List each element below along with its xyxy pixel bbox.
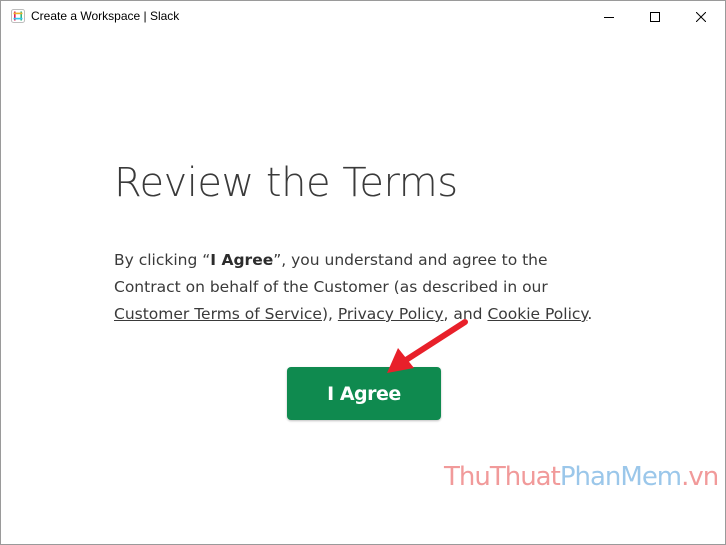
agree-button[interactable]: I Agree [287, 367, 441, 420]
title-bar[interactable]: Create a Workspace | Slack [1, 1, 725, 32]
app-window: Create a Workspace | Slack Review the Te… [0, 0, 726, 545]
terms-text-part: , and [443, 305, 488, 323]
terms-text-part: . [587, 305, 593, 323]
terms-text: By clicking “I Agree”, you understand an… [114, 247, 614, 328]
terms-bold-agree: I Agree [210, 251, 274, 269]
minimize-icon [604, 16, 614, 18]
cookie-policy-link[interactable]: Cookie Policy [487, 305, 587, 323]
customer-terms-link[interactable]: Customer Terms of Service [114, 305, 322, 323]
watermark: ThuThuatPhanMem.vn [444, 462, 719, 492]
terms-page: Review the Terms By clicking “I Agree”, … [1, 32, 725, 544]
maximize-icon [650, 11, 660, 22]
slack-app-icon [11, 9, 25, 23]
maximize-button[interactable] [632, 1, 678, 32]
close-icon [696, 11, 706, 22]
watermark-part: ThuThuat [444, 462, 561, 492]
privacy-policy-link[interactable]: Privacy Policy [338, 305, 444, 323]
watermark-part: PhanMem [559, 462, 682, 492]
watermark-part: .vn [681, 462, 719, 492]
terms-text-part: ), [321, 305, 338, 323]
page-title: Review the Terms [114, 160, 458, 206]
window-title: Create a Workspace | Slack [31, 9, 180, 23]
minimize-button[interactable] [586, 1, 632, 32]
terms-text-part: By clicking “ [114, 251, 211, 269]
close-button[interactable] [678, 1, 724, 32]
